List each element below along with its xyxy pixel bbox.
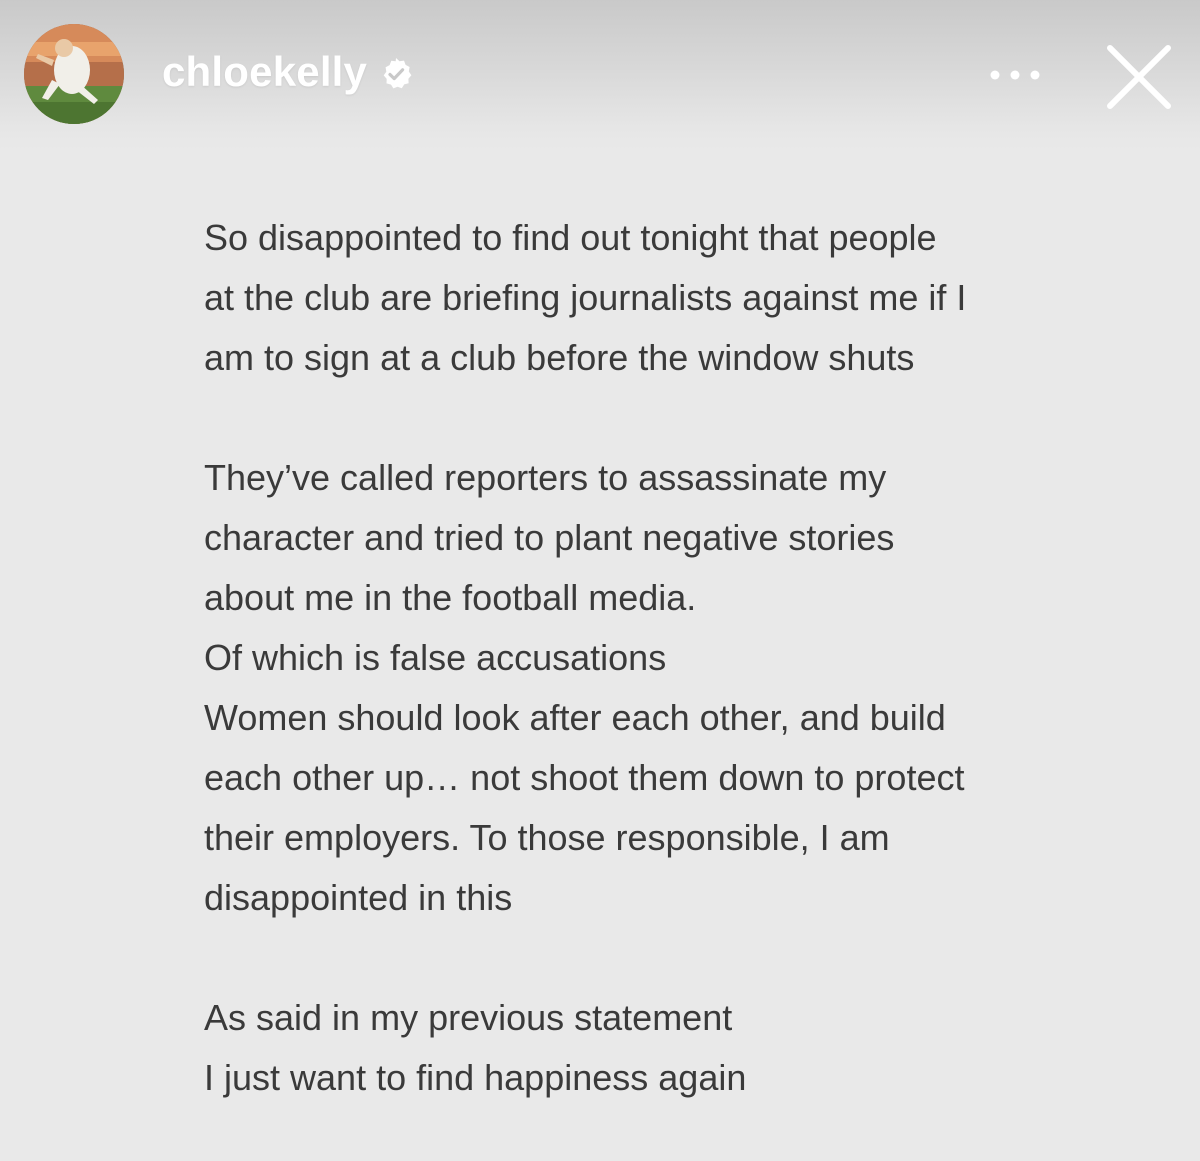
more-options-icon <box>990 70 1040 80</box>
profile-photo-icon <box>24 24 124 124</box>
story-text: So disappointed to find out tonight that… <box>204 208 1064 1108</box>
story-line: at the club are briefing journalists aga… <box>204 277 967 318</box>
story-line: about me in the football media. <box>204 577 697 618</box>
story-line: Of which is false accusations <box>204 637 667 678</box>
story-line: each other up… not shoot them down to pr… <box>204 757 965 798</box>
story-line: their employers. To those responsible, I… <box>204 817 890 858</box>
profile-avatar[interactable] <box>24 24 124 124</box>
verified-badge-icon <box>383 58 412 89</box>
more-options-button[interactable] <box>985 55 1045 95</box>
story-line: So disappointed to find out tonight that… <box>204 217 937 258</box>
close-button[interactable] <box>1100 38 1178 116</box>
story-header: chloekelly <box>0 0 1200 150</box>
story-line: As said in my previous statement <box>204 997 733 1038</box>
story-line: Women should look after each other, and … <box>204 697 946 738</box>
story-line: character and tried to plant negative st… <box>204 517 895 558</box>
story-line: disappointed in this <box>204 877 513 918</box>
close-icon <box>1107 45 1171 109</box>
story-line: am to sign at a club before the window s… <box>204 337 915 378</box>
story-line: I just want to find happiness again <box>204 1057 747 1098</box>
username[interactable]: chloekelly <box>162 48 367 96</box>
story-line: They’ve called reporters to assassinate … <box>204 457 887 498</box>
